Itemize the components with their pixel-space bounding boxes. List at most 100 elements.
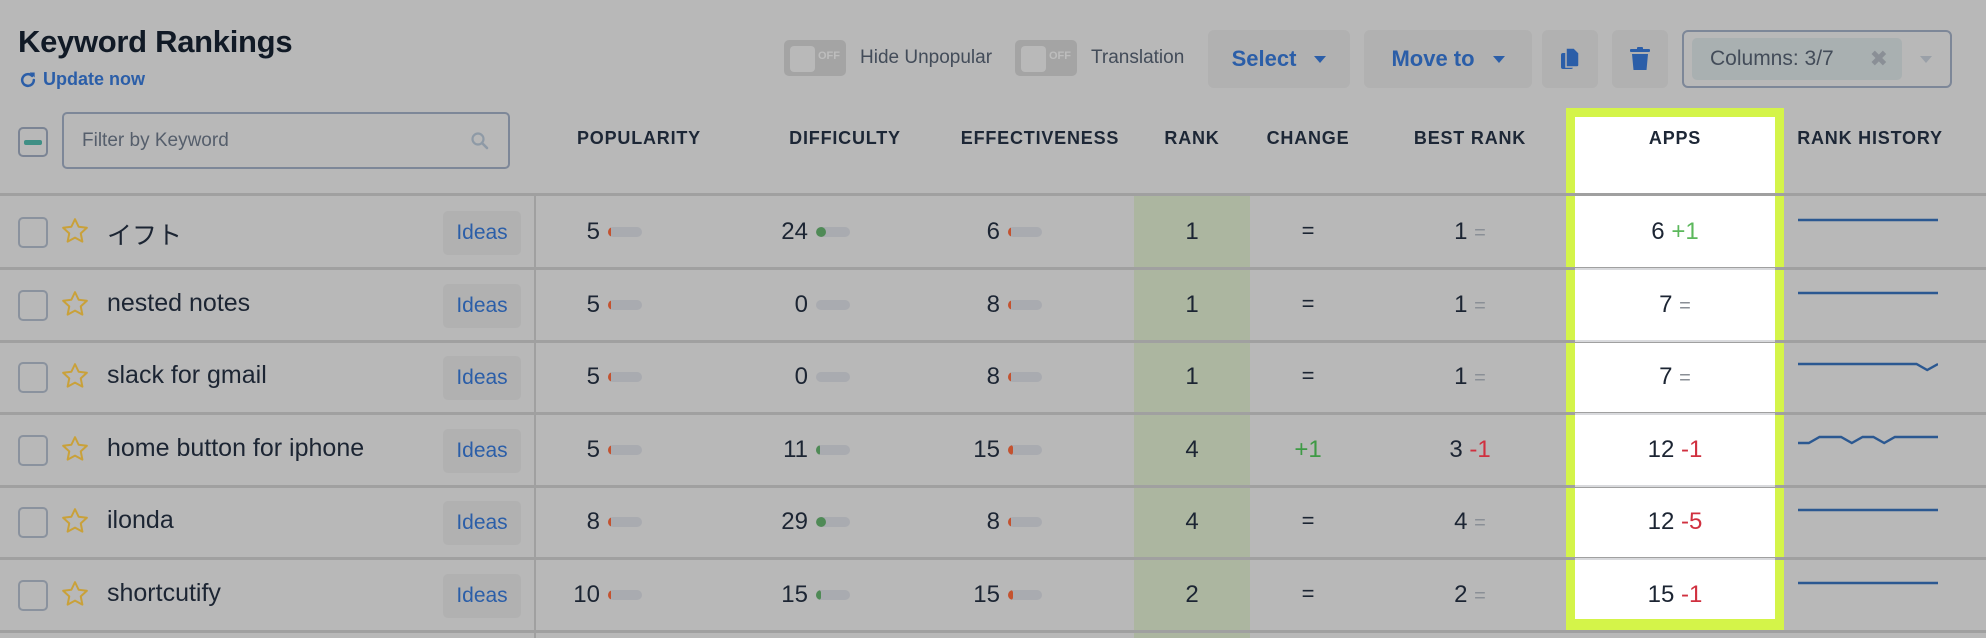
difficulty-metric: 11 [748,436,850,464]
select-all-checkbox[interactable] [18,127,48,157]
ideas-button[interactable]: Ideas [443,573,521,618]
row-checkbox[interactable] [18,434,48,466]
column-header-rank[interactable]: RANK [1134,128,1250,149]
ideas-button[interactable]: Ideas [443,356,521,400]
delete-button[interactable] [1612,30,1668,88]
apps-cell: 12 -1 [1575,436,1775,464]
column-header-effectiveness[interactable]: EFFECTIVENESS [955,128,1125,149]
ideas-button[interactable]: Ideas [443,211,521,255]
popularity-bar [608,227,642,237]
rank-history-sparkline[interactable] [1798,214,1938,244]
column-header-apps[interactable]: APPS [1575,128,1775,149]
table-row: home button for iphone Ideas 5 11 15 4 +1 3 -1 1… [0,414,1986,486]
ideas-button[interactable]: Ideas [443,283,521,328]
columns-chip: Columns: 3/7 ✖ [1692,38,1902,80]
filter-input[interactable] [82,129,470,152]
change-value: = [1301,290,1315,316]
caret-down-icon[interactable] [1920,55,1932,63]
difficulty-value: 11 [783,435,808,463]
toggle-state-label: OFF [1049,50,1071,62]
star-icon[interactable] [60,361,90,391]
columns-label: Columns: 3/7 [1710,47,1834,70]
best-rank-value: 2 [1454,580,1468,608]
apps-cell: 7 = [1575,291,1775,319]
effectiveness-metric: 8 [940,291,1042,319]
clear-icon[interactable]: ✖ [1870,46,1888,72]
column-header-change[interactable]: CHANGE [1250,128,1366,149]
columns-selector[interactable]: Columns: 3/7 ✖ [1682,30,1952,88]
toggle-state-label: OFF [818,50,840,62]
rank-value: 1 [1185,363,1199,390]
popularity-bar [608,589,642,600]
best-rank-delta: = [1474,584,1486,607]
difficulty-bar [816,589,850,600]
trash-icon [1630,47,1650,70]
difficulty-metric: 0 [748,291,850,319]
rank-history-sparkline[interactable] [1798,359,1938,389]
ideas-button[interactable]: Ideas [443,501,521,545]
change-value: = [1301,508,1315,533]
difficulty-bar [816,299,850,310]
apps-delta: = [1679,367,1691,389]
star-icon[interactable] [60,289,90,319]
apps-value: 6 [1651,218,1665,245]
row-divider [0,629,1986,633]
apps-value: 7 [1659,290,1673,318]
star-icon[interactable] [60,434,90,464]
star-icon[interactable] [60,216,90,246]
row-checkbox[interactable] [18,217,48,248]
popularity-value: 5 [586,363,600,390]
column-header-popularity[interactable]: POPULARITY [560,128,718,149]
translation-label: Translation [1091,47,1185,68]
update-now-link[interactable]: Update now [18,69,145,90]
rank-history-sparkline[interactable] [1798,504,1938,534]
effectiveness-bar [1008,227,1042,237]
popularity-metric: 5 [540,436,642,464]
change-value: = [1301,363,1315,388]
column-header-difficulty[interactable]: DIFFICULTY [770,128,920,149]
apps-delta: -1 [1681,435,1703,463]
effectiveness-value: 8 [986,508,1000,535]
effectiveness-value: 8 [986,363,1000,390]
move-to-label: Move to [1391,46,1475,71]
select-dropdown-button[interactable]: Select [1208,30,1350,88]
apps-delta: +1 [1671,218,1699,245]
star-icon[interactable] [60,579,90,609]
filter-field[interactable] [62,112,510,169]
keyword-text: ilonda [107,506,174,534]
copy-button[interactable] [1542,30,1598,88]
row-checkbox[interactable] [18,362,48,393]
effectiveness-value: 15 [973,435,1000,463]
best-rank-delta: = [1474,294,1486,317]
effectiveness-bar [1008,299,1042,310]
move-to-dropdown-button[interactable]: Move to [1364,30,1532,88]
popularity-bar [608,517,642,527]
best-rank-value: 1 [1454,363,1468,390]
rank-history-sparkline[interactable] [1798,287,1938,317]
star-icon[interactable] [60,506,90,536]
caret-down-icon [1314,55,1327,63]
rank-value: 4 [1185,508,1199,535]
copy-icon [1561,47,1580,69]
translation-toggle[interactable]: OFF [1015,40,1077,76]
ideas-button[interactable]: Ideas [443,428,521,473]
effectiveness-bar [1008,372,1042,382]
hide-unpopular-toggle[interactable]: OFF [784,40,846,76]
best-rank-cell: 1 = [1390,218,1550,246]
best-rank-delta: = [1474,367,1486,389]
column-header-best-rank[interactable]: BEST RANK [1390,128,1550,149]
best-rank-delta: = [1474,512,1486,534]
row-checkbox[interactable] [18,579,48,611]
best-rank-cell: 2 = [1390,581,1550,609]
column-header-rank-history[interactable]: RANK HISTORY [1790,128,1950,149]
page-title: Keyword Rankings [18,24,293,59]
keyword-text: イフト [107,222,183,250]
change-value: = [1301,218,1315,243]
rank-history-sparkline[interactable] [1798,432,1938,462]
keyword-text: nested notes [107,288,251,317]
rank-history-sparkline[interactable] [1798,577,1938,607]
effectiveness-bar [1008,517,1042,527]
row-checkbox[interactable] [18,507,48,538]
row-checkbox[interactable] [18,289,48,321]
difficulty-value: 15 [781,580,808,608]
